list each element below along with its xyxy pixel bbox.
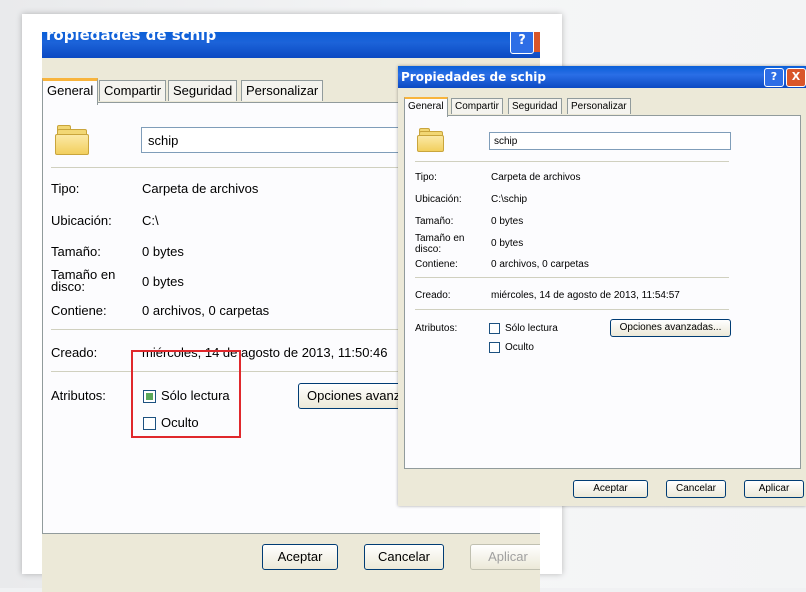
attributes-label: Atributos: <box>51 388 106 403</box>
help-button[interactable]: ? <box>510 32 534 54</box>
attributes-label: Atributos: <box>415 323 458 334</box>
separator <box>415 309 729 310</box>
folder-icon <box>417 128 445 152</box>
tab-seguridad[interactable]: Seguridad <box>508 98 562 114</box>
window-title: ropiedades de schip <box>46 32 217 44</box>
contains-label: Contiene: <box>51 303 107 318</box>
tab-general[interactable]: General <box>404 97 448 117</box>
tab-general[interactable]: General <box>42 78 99 105</box>
separator <box>415 277 729 278</box>
readonly-label: Sólo lectura <box>505 323 558 334</box>
size-on-disk-value: 0 bytes <box>491 238 524 249</box>
general-panel: schip Tipo: Carpeta de archivos Ubicació… <box>404 115 801 469</box>
hidden-checkbox[interactable] <box>489 342 500 353</box>
ok-button[interactable]: Aceptar <box>573 480 648 498</box>
folder-icon <box>55 125 91 155</box>
size-value: 0 bytes <box>491 216 524 227</box>
hidden-label: Oculto <box>505 342 534 353</box>
title-bar: ropiedades de schip ? <box>42 32 540 58</box>
location-label: Ubicación: <box>51 213 112 228</box>
type-value: Carpeta de archivos <box>491 172 581 183</box>
close-button[interactable]: X <box>786 68 806 87</box>
type-value: Carpeta de archivos <box>142 181 259 196</box>
close-button[interactable] <box>534 32 540 52</box>
tab-personalizar[interactable]: Personalizar <box>241 80 324 101</box>
cancel-button[interactable]: Cancelar <box>666 480 726 498</box>
cancel-button[interactable]: Cancelar <box>364 544 444 570</box>
contains-value: 0 archivos, 0 carpetas <box>142 303 270 318</box>
readonly-checkbox[interactable] <box>489 323 500 334</box>
size-on-disk-label: Tamaño en disco: <box>51 267 116 294</box>
contains-label: Contiene: <box>415 259 458 270</box>
folder-name-field[interactable]: schip <box>489 132 731 150</box>
properties-dialog: Propiedades de schip ? X General Compart… <box>398 66 806 506</box>
apply-button[interactable]: Aplicar <box>744 480 804 498</box>
type-label: Tipo: <box>415 172 437 183</box>
type-label: Tipo: <box>51 181 80 196</box>
highlight-box <box>131 350 241 438</box>
size-on-disk-value: 0 bytes <box>142 274 184 289</box>
location-value: C:\schip <box>491 194 528 205</box>
tab-personalizar[interactable]: Personalizar <box>567 98 631 114</box>
location-label: Ubicación: <box>415 194 462 205</box>
title-bar: Propiedades de schip ? X <box>398 66 806 88</box>
advanced-options-button[interactable]: Opciones avanzadas... <box>610 319 731 337</box>
size-on-disk-label: Tamaño en disco: <box>415 233 465 255</box>
created-label: Creado: <box>51 345 98 360</box>
created-value: miércoles, 14 de agosto de 2013, 11:54:5… <box>491 290 680 301</box>
size-value: 0 bytes <box>142 244 184 259</box>
size-label: Tamaño: <box>415 216 454 227</box>
location-value: C:\ <box>142 213 159 228</box>
ok-button[interactable]: Aceptar <box>262 544 338 570</box>
apply-button[interactable]: Aplicar <box>470 544 540 570</box>
size-label: Tamaño: <box>51 244 101 259</box>
help-button[interactable]: ? <box>764 68 784 87</box>
created-label: Creado: <box>415 290 451 301</box>
separator <box>415 161 729 162</box>
contains-value: 0 archivos, 0 carpetas <box>491 259 589 270</box>
tab-compartir[interactable]: Compartir <box>99 80 167 101</box>
tab-seguridad[interactable]: Seguridad <box>168 80 238 101</box>
window-title: Propiedades de schip <box>401 70 546 84</box>
tab-compartir[interactable]: Compartir <box>451 98 503 114</box>
